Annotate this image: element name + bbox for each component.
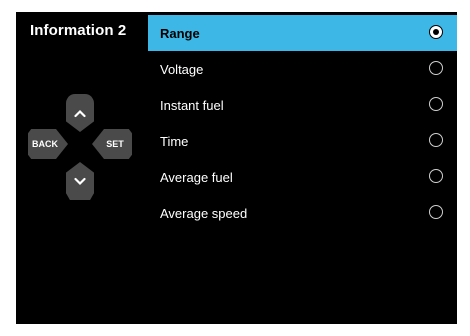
back-button[interactable]: BACK: [28, 129, 68, 159]
chevron-up-icon: [74, 109, 86, 118]
menu-item-instant-fuel[interactable]: Instant fuel: [148, 87, 457, 123]
set-button[interactable]: SET: [92, 129, 132, 159]
radio-unselected-icon: [429, 97, 443, 111]
display-screen: Information 2 BACK SET Range Voltage Ins…: [16, 12, 457, 324]
menu-item-label: Average speed: [160, 206, 248, 221]
menu-item-time[interactable]: Time: [148, 123, 457, 159]
radio-unselected-icon: [429, 61, 443, 75]
menu-item-label: Instant fuel: [160, 98, 224, 113]
menu-item-average-speed[interactable]: Average speed: [148, 195, 457, 231]
radio-selected-icon: [429, 25, 443, 39]
menu-item-label: Time: [160, 134, 189, 149]
dpad-controls: BACK SET: [28, 92, 132, 202]
page-title: Information 2: [30, 22, 127, 39]
radio-unselected-icon: [429, 133, 443, 147]
chevron-down-icon: [74, 177, 86, 186]
menu-item-average-fuel[interactable]: Average fuel: [148, 159, 457, 195]
menu-item-label: Voltage: [160, 62, 204, 77]
down-button[interactable]: [66, 162, 94, 200]
menu-item-label: Average fuel: [160, 170, 233, 185]
menu-item-label: Range: [160, 26, 200, 41]
radio-dot: [432, 28, 439, 35]
radio-unselected-icon: [429, 169, 443, 183]
options-menu: Range Voltage Instant fuel Time Average …: [148, 12, 457, 272]
up-button[interactable]: [66, 94, 94, 132]
radio-unselected-icon: [429, 205, 443, 219]
menu-item-range[interactable]: Range: [148, 15, 457, 51]
menu-item-voltage[interactable]: Voltage: [148, 51, 457, 87]
